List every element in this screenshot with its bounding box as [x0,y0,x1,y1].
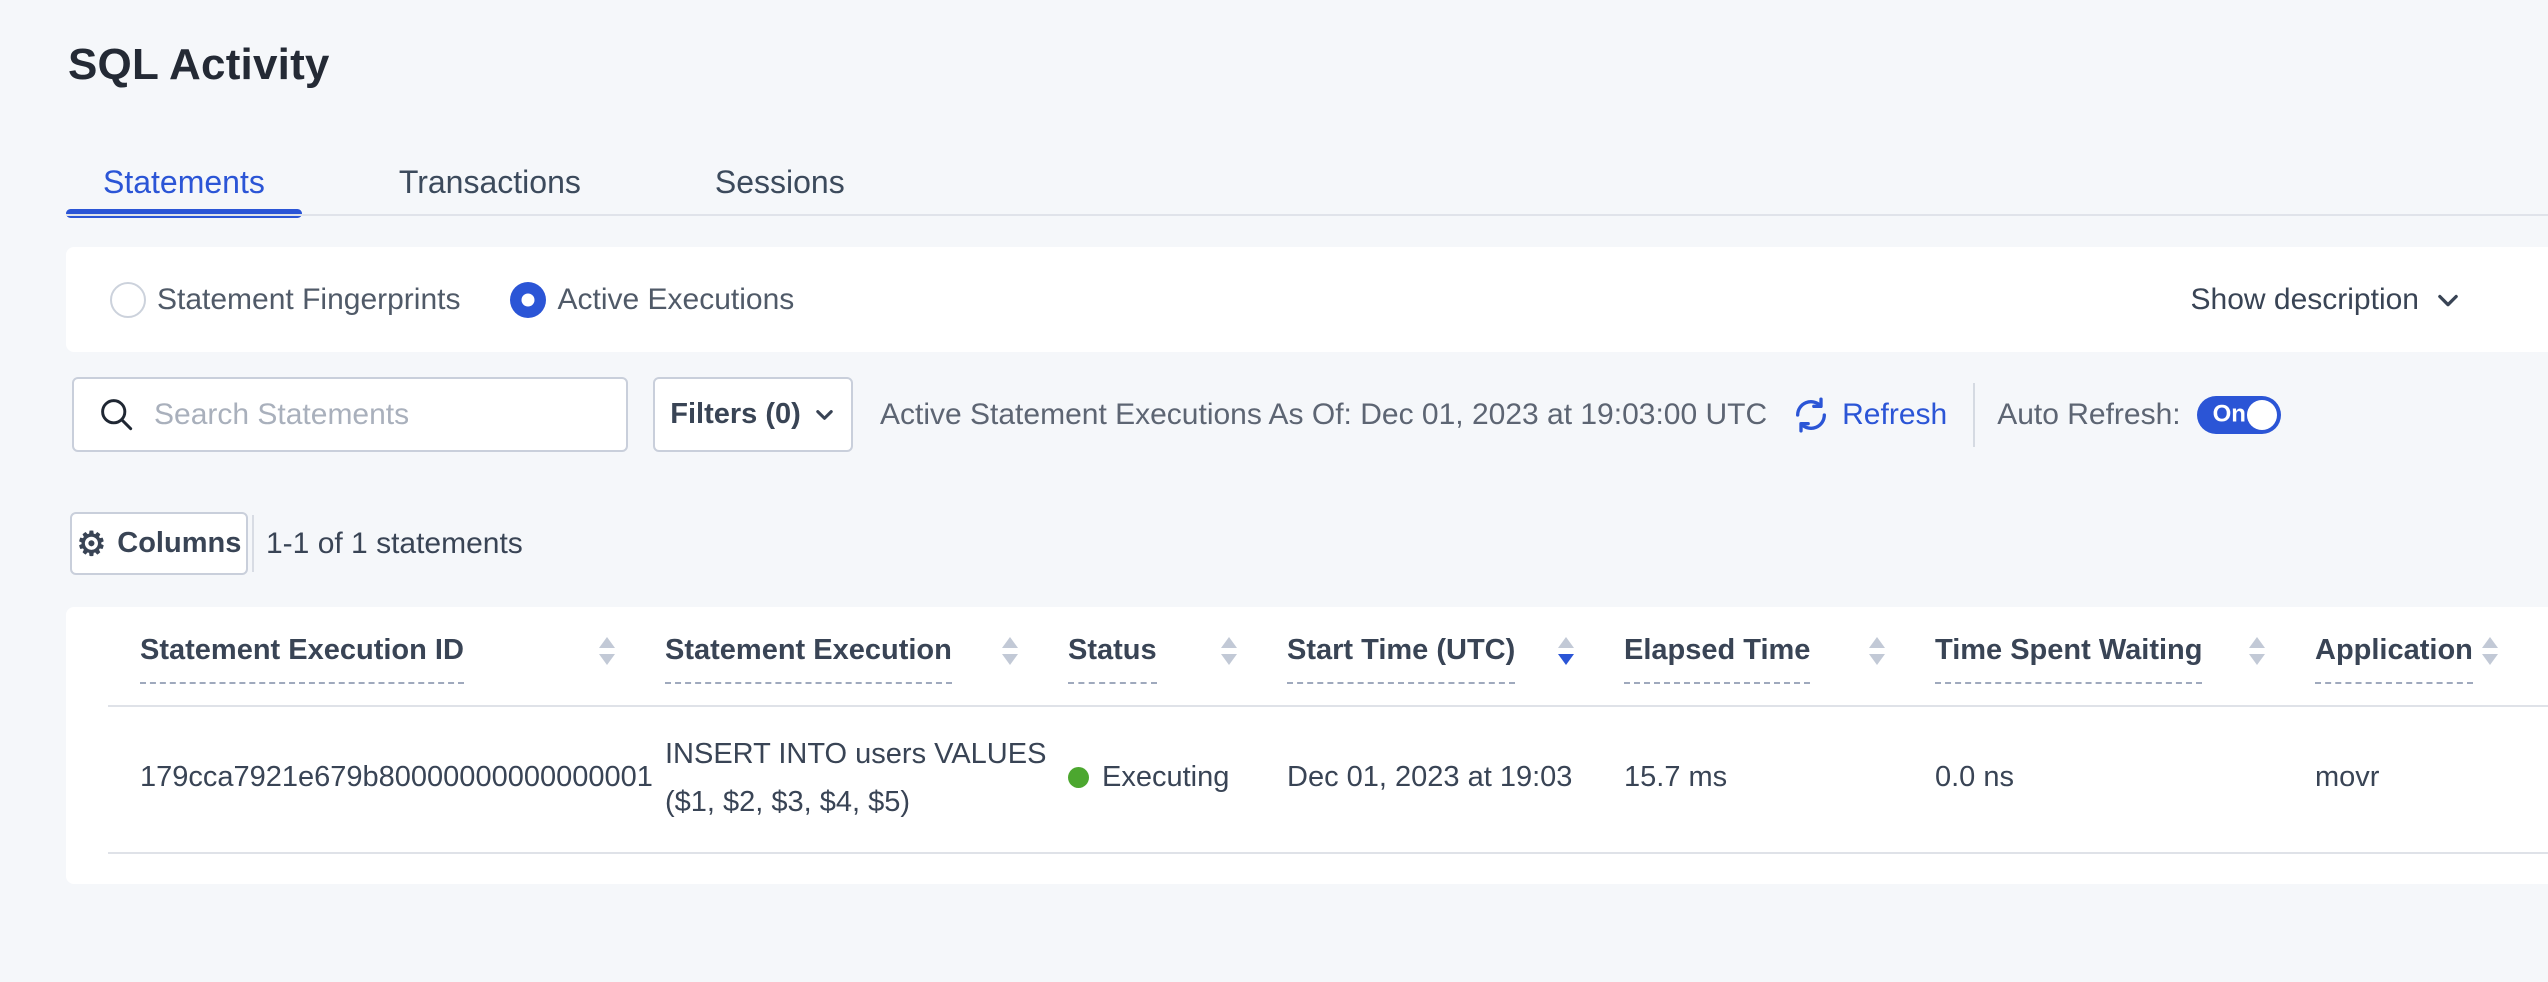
radio-active-executions[interactable]: Active Executions [510,282,794,318]
sort-icon [1221,637,1237,665]
cell-start-time: Dec 01, 2023 at 19:03 [1287,761,1624,794]
tab-statements[interactable]: Statements [66,150,302,214]
sort-icon [2482,637,2498,665]
cell-statement: INSERT INTO users VALUES ($1, $2, $3, $4… [665,730,1068,826]
toggle-knob [2247,400,2277,430]
tab-sessions-label: Sessions [715,164,845,201]
column-header-time-spent-waiting[interactable]: Time Spent Waiting [1935,633,2315,705]
column-header-label: Start Time (UTC) [1287,633,1515,684]
cell-status: Executing [1068,761,1287,794]
sort-icon [1869,637,1885,665]
radio-unselected-icon [110,282,146,318]
statements-table-card: Statement Execution ID Statement Executi… [66,607,2548,884]
status-label: Executing [1102,761,1229,794]
result-count: 1-1 of 1 statements [266,512,523,575]
filters-button-label: Filters (0) [670,398,801,431]
column-header-statement-execution[interactable]: Statement Execution [665,633,1068,705]
page-title: SQL Activity [68,40,330,90]
sort-icon [2249,637,2265,665]
column-header-start-time[interactable]: Start Time (UTC) [1287,633,1624,705]
gear-icon: ⚙ [77,527,107,560]
vertical-divider [252,515,254,572]
column-header-statement-execution-id[interactable]: Statement Execution ID [140,633,665,705]
sort-desc-icon [1558,637,1574,665]
auto-refresh-state: On [2213,400,2246,428]
sort-icon [599,637,615,665]
column-header-label: Application [2315,633,2473,684]
column-header-elapsed-time[interactable]: Elapsed Time [1624,633,1935,705]
statement-line-1: INSERT INTO users VALUES [665,730,1068,778]
column-header-label: Time Spent Waiting [1935,633,2202,684]
cell-elapsed-time: 15.7 ms [1624,761,1935,794]
column-header-label: Statement Execution ID [140,633,464,684]
tab-transactions[interactable]: Transactions [362,150,618,214]
column-header-label: Statement Execution [665,633,952,684]
table-header-divider [108,705,2548,707]
as-of-row: Active Statement Executions As Of: Dec 0… [880,377,2548,452]
radio-active-executions-label: Active Executions [557,283,794,317]
search-icon [98,396,135,433]
auto-refresh-toggle[interactable]: On [2197,396,2281,434]
search-statements [72,377,628,452]
column-header-label: Status [1068,633,1157,684]
cell-application: movr [2315,761,2548,794]
refresh-button[interactable]: Refresh [1791,395,1947,435]
as-of-text: Active Statement Executions As Of: Dec 0… [880,398,1767,432]
refresh-icon [1791,395,1831,435]
show-description-label: Show description [2191,283,2419,317]
tab-sessions[interactable]: Sessions [678,150,882,214]
tab-transactions-label: Transactions [399,164,581,201]
radio-statement-fingerprints-label: Statement Fingerprints [157,283,460,317]
search-input[interactable] [72,377,628,452]
vertical-divider [1973,383,1975,447]
view-mode-card: Statement Fingerprints Active Executions… [66,247,2548,352]
tab-bar: Statements Transactions Sessions [66,150,882,214]
status-dot-icon [1068,767,1089,788]
chevron-down-icon [813,403,836,426]
chevron-down-icon [2434,286,2462,314]
table-row: 179cca7921e679b80000000000000001 INSERT … [66,705,2548,850]
radio-statement-fingerprints[interactable]: Statement Fingerprints [110,282,460,318]
tab-statements-label: Statements [103,164,265,201]
cell-time-spent-waiting: 0.0 ns [1935,761,2315,794]
tab-bar-divider [66,214,2548,216]
cell-execution-id: 179cca7921e679b80000000000000001 [140,761,665,794]
statement-line-2: ($1, $2, $3, $4, $5) [665,778,1068,826]
columns-button[interactable]: ⚙ Columns [70,512,248,575]
radio-selected-icon [510,282,546,318]
column-header-label: Elapsed Time [1624,633,1810,684]
auto-refresh-label: Auto Refresh: [1997,398,2180,432]
filters-button[interactable]: Filters (0) [653,377,853,452]
refresh-label: Refresh [1842,398,1947,432]
columns-button-label: Columns [117,527,241,560]
show-description-toggle[interactable]: Show description [2191,247,2462,352]
table-header-row: Statement Execution ID Statement Executi… [66,607,2548,705]
sort-icon [1002,637,1018,665]
column-header-application[interactable]: Application [2315,633,2548,705]
table-row-divider [108,852,2548,854]
column-header-status[interactable]: Status [1068,633,1287,705]
